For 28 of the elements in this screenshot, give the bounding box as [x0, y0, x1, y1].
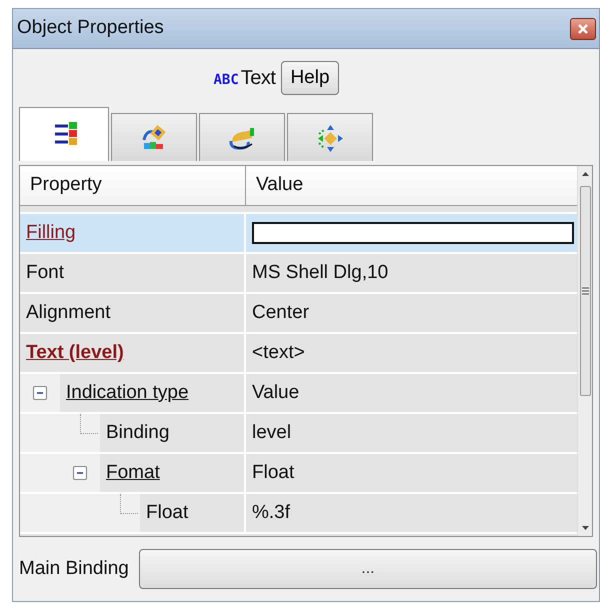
- close-button[interactable]: [570, 18, 596, 40]
- property-value: Float: [252, 460, 294, 485]
- grip-icon: [582, 287, 588, 295]
- window-title: Object Properties: [17, 16, 164, 40]
- collapse-icon[interactable]: [33, 386, 47, 400]
- scrollbar[interactable]: [577, 166, 592, 536]
- color-swatch[interactable]: [252, 222, 574, 244]
- main-binding-label: Main Binding: [19, 556, 129, 581]
- property-value: level: [252, 420, 292, 445]
- property-value: Center: [252, 300, 310, 325]
- collapse-icon[interactable]: [73, 466, 87, 480]
- close-icon: [577, 22, 589, 34]
- scroll-down-icon[interactable]: [580, 524, 590, 532]
- property-value: MS Shell Dlg,10: [252, 260, 388, 285]
- main-binding-button[interactable]: ...: [138, 549, 597, 589]
- tab[interactable]: [19, 107, 109, 161]
- help-button[interactable]: Help: [281, 61, 339, 95]
- column-header[interactable]: Property: [20, 166, 246, 205]
- paint-icon: [140, 124, 168, 152]
- object-type-icon: ABC: [213, 70, 239, 91]
- property-value: Value: [252, 380, 300, 405]
- property-value: %.3f: [252, 500, 290, 525]
- column-header[interactable]: Value: [246, 166, 577, 205]
- move-icon: [316, 124, 344, 152]
- property-value: <text>: [252, 340, 305, 365]
- property-name[interactable]: Filling: [20, 214, 244, 252]
- object-type-label: Text: [240, 66, 276, 91]
- scroll-up-icon[interactable]: [580, 170, 590, 178]
